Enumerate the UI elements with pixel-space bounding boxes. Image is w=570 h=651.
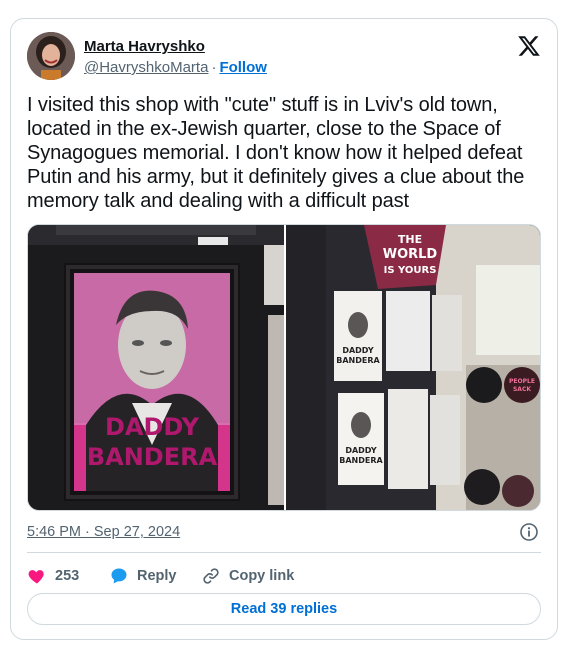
info-icon[interactable] <box>519 522 539 542</box>
bag-text-line2: WORLD <box>383 247 438 262</box>
avatar[interactable] <box>27 32 75 80</box>
sign-text-line1: PEOPLE <box>509 378 535 385</box>
bag-text-line3: IS YOURS <box>384 265 437 276</box>
like-button[interactable]: 253 <box>27 562 79 590</box>
sock-label-daddy-bottom: DADDY <box>345 446 377 455</box>
photo-framed-portrait[interactable]: DADDY BANDERA <box>28 225 284 510</box>
follow-link[interactable]: Follow <box>219 59 267 76</box>
tweet-timestamp[interactable]: 5:46 PM · Sep 27, 2024 <box>27 524 180 540</box>
link-icon <box>203 568 219 584</box>
reply-button[interactable]: Reply <box>109 562 177 590</box>
reply-bubble-icon <box>111 568 127 584</box>
tweet-actions: 253 Reply Copy link <box>27 562 541 590</box>
sock-label-daddy-top: DADDY <box>342 346 374 355</box>
copy-link-label: Copy link <box>229 568 295 584</box>
read-replies-button[interactable]: Read 39 replies <box>27 593 541 625</box>
like-count: 253 <box>55 568 80 584</box>
copy-link-button[interactable]: Copy link <box>201 562 294 590</box>
left-photo-text-bandera: BANDERA <box>87 443 218 471</box>
actions-divider <box>27 552 541 553</box>
handle-separator: · <box>211 59 217 76</box>
heart-icon <box>28 570 44 584</box>
tweet-text: I visited this shop with "cute" stuff is… <box>27 94 525 212</box>
reply-label: Reply <box>137 568 177 584</box>
tweet-card: Marta Havryshko @HavryshkoMarta · Follow I… <box>10 18 558 640</box>
sign-text-line2: SACK <box>513 386 531 393</box>
tweet-media[interactable]: DADDY BANDERA THE WORLD IS YOURS DADDY B… <box>27 224 541 511</box>
tweet-header: Marta Havryshko @HavryshkoMarta · Follow <box>27 32 541 84</box>
bag-text-line1: THE <box>398 233 422 246</box>
x-logo-icon[interactable] <box>517 34 541 58</box>
left-photo-text-daddy: DADDY <box>105 413 200 441</box>
photo-shop-display[interactable]: THE WORLD IS YOURS DADDY BANDERA DADDY B… <box>286 225 540 510</box>
sock-label-bandera-bottom: BANDERA <box>339 456 383 465</box>
author-handle[interactable]: @HavryshkoMarta <box>84 59 208 76</box>
author-name[interactable]: Marta Havryshko <box>84 38 205 55</box>
author-handle-line: @HavryshkoMarta · Follow <box>84 59 267 76</box>
sock-label-bandera-top: BANDERA <box>336 356 380 365</box>
